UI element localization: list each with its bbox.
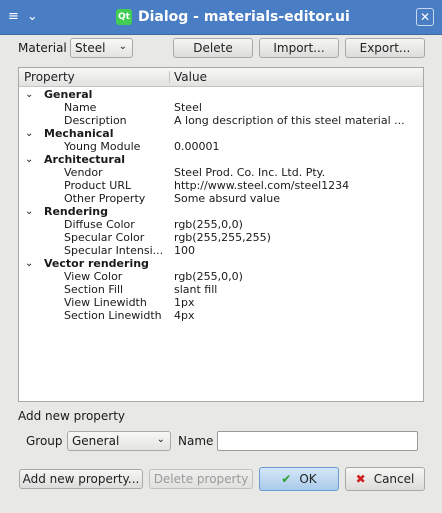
ok-button-label: OK — [299, 472, 317, 486]
property-row[interactable]: View Linewidth 1px — [19, 296, 423, 309]
property-name-input[interactable] — [217, 431, 418, 451]
property-row[interactable]: Specular Color rgb(255,255,255) — [19, 231, 423, 244]
title-bar-controls: ≡ ⌄ — [8, 9, 46, 24]
collapse-icon[interactable]: ⌄ — [27, 9, 38, 24]
delete-material-button[interactable]: Delete — [173, 38, 253, 58]
property-row[interactable]: Section Fill slant fill — [19, 283, 423, 296]
group-row-general[interactable]: ⌄ General — [19, 88, 423, 101]
export-button[interactable]: Export... — [345, 38, 425, 58]
chevron-down-icon: ⌄ — [156, 434, 165, 445]
ok-button[interactable]: ✔ OK — [259, 467, 339, 491]
expand-arrow-icon[interactable]: ⌄ — [25, 257, 33, 270]
group-row-architectural[interactable]: ⌄ Architectural — [19, 153, 423, 166]
window-menu-icon[interactable]: ≡ — [8, 9, 19, 24]
title-bar: ≡ ⌄ Qt Dialog - materials-editor.ui ✕ — [0, 0, 442, 35]
group-row-vector-rendering[interactable]: ⌄ Vector rendering — [19, 257, 423, 270]
group-row-rendering[interactable]: ⌄ Rendering — [19, 205, 423, 218]
property-row[interactable]: Diffuse Color rgb(255,0,0) — [19, 218, 423, 231]
expand-arrow-icon[interactable]: ⌄ — [25, 88, 33, 101]
import-button[interactable]: Import... — [259, 38, 339, 58]
name-label: Name — [178, 434, 214, 448]
header-value[interactable]: Value — [174, 70, 207, 84]
property-row[interactable]: Young Module 0.00001 — [19, 140, 423, 153]
window-title: Dialog - materials-editor.ui — [138, 9, 350, 25]
property-row[interactable]: Other Property Some absurd value — [19, 192, 423, 205]
expand-arrow-icon[interactable]: ⌄ — [25, 205, 33, 218]
material-combo[interactable]: Steel ⌄ — [70, 38, 133, 58]
header-property[interactable]: Property — [24, 70, 75, 84]
property-row[interactable]: Vendor Steel Prod. Co. Inc. Ltd. Pty. — [19, 166, 423, 179]
property-row[interactable]: Product URL http://www.steel.com/steel123… — [19, 179, 423, 192]
window-title-group: Qt Dialog - materials-editor.ui — [116, 8, 350, 26]
expand-arrow-icon[interactable]: ⌄ — [25, 127, 33, 140]
header-separator — [169, 71, 170, 83]
group-row-mechanical[interactable]: ⌄ Mechanical — [19, 127, 423, 140]
qt-logo-icon: Qt — [116, 9, 132, 25]
property-row[interactable]: Description A long description of this st… — [19, 114, 423, 127]
group-combo[interactable]: General ⌄ — [67, 431, 171, 451]
add-property-section-label: Add new property — [18, 409, 126, 423]
expand-arrow-icon[interactable]: ⌄ — [25, 153, 33, 166]
material-label: Material — [18, 41, 67, 55]
cancel-button-label: Cancel — [373, 472, 415, 486]
cancel-x-icon: ✖ — [355, 472, 366, 486]
checkmark-icon: ✔ — [281, 472, 292, 486]
close-window-button[interactable]: ✕ — [416, 8, 434, 26]
add-new-property-button[interactable]: Add new property... — [19, 469, 143, 489]
delete-property-button[interactable]: Delete property — [149, 469, 253, 489]
material-combo-value: Steel — [75, 41, 106, 55]
tree-header: Property Value — [19, 68, 423, 87]
chevron-down-icon: ⌄ — [118, 41, 127, 52]
property-tree[interactable]: Property Value ⌄ General Name Steel Descri… — [18, 67, 424, 402]
property-row[interactable]: View Color rgb(255,0,0) — [19, 270, 423, 283]
group-combo-value: General — [72, 434, 120, 448]
property-row[interactable]: Section Linewidth 4px — [19, 309, 423, 322]
cancel-button[interactable]: ✖ Cancel — [345, 467, 425, 491]
property-row[interactable]: Name Steel — [19, 101, 423, 114]
group-label: Group — [26, 434, 63, 448]
property-row[interactable]: Specular Intensi... 100 — [19, 244, 423, 257]
